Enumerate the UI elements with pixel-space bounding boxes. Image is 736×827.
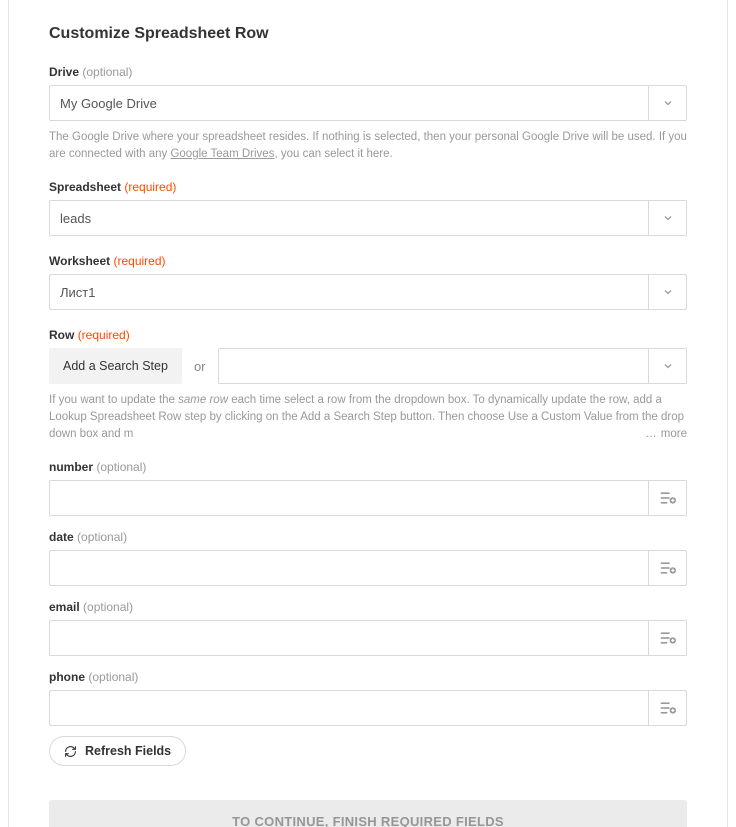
date-input[interactable] <box>49 550 687 586</box>
field-number: number (optional) <box>49 460 687 516</box>
worksheet-value: Лист1 <box>50 275 648 309</box>
spreadsheet-value: leads <box>50 201 648 235</box>
row-select[interactable] <box>218 348 688 384</box>
drive-select[interactable]: My Google Drive <box>49 85 687 121</box>
date-label: date (optional) <box>49 530 687 544</box>
customize-row-panel: Customize Spreadsheet Row Drive (optiona… <box>8 0 728 827</box>
page-title: Customize Spreadsheet Row <box>49 25 687 43</box>
team-drives-link[interactable]: Google Team Drives <box>170 148 274 160</box>
field-row: Row (required) Add a Search Step or If y… <box>49 328 687 442</box>
insert-data-button[interactable] <box>648 691 686 725</box>
drive-chevron[interactable] <box>648 86 686 120</box>
field-drive: Drive (optional) My Google Drive The Goo… <box>49 65 687 162</box>
drive-label: Drive (optional) <box>49 65 687 79</box>
continue-button: To Continue, Finish Required Fields <box>49 800 687 827</box>
worksheet-chevron[interactable] <box>648 275 686 309</box>
refresh-icon <box>64 745 77 758</box>
email-label: email (optional) <box>49 600 687 614</box>
spreadsheet-label: Spreadsheet (required) <box>49 180 687 194</box>
row-chevron[interactable] <box>648 349 686 383</box>
refresh-fields-button[interactable]: Refresh Fields <box>49 736 186 766</box>
insert-data-button[interactable] <box>648 621 686 655</box>
chevron-down-icon <box>662 97 674 109</box>
phone-input[interactable] <box>49 690 687 726</box>
row-value <box>219 349 649 383</box>
field-email: email (optional) <box>49 600 687 656</box>
insert-list-icon <box>660 701 676 715</box>
number-label: number (optional) <box>49 460 687 474</box>
or-text: or <box>194 359 206 374</box>
number-input[interactable] <box>49 480 687 516</box>
field-date: date (optional) <box>49 530 687 586</box>
more-toggle[interactable]: …more <box>641 426 687 443</box>
field-worksheet: Worksheet (required) Лист1 <box>49 254 687 310</box>
drive-value: My Google Drive <box>50 86 648 120</box>
drive-help: The Google Drive where your spreadsheet … <box>49 129 687 162</box>
insert-list-icon <box>660 561 676 575</box>
email-input[interactable] <box>49 620 687 656</box>
chevron-down-icon <box>662 360 674 372</box>
row-label: Row (required) <box>49 328 687 342</box>
insert-data-button[interactable] <box>648 481 686 515</box>
field-phone: phone (optional) <box>49 670 687 726</box>
phone-label: phone (optional) <box>49 670 687 684</box>
insert-list-icon <box>660 631 676 645</box>
insert-list-icon <box>660 491 676 505</box>
add-search-step-button[interactable]: Add a Search Step <box>49 348 182 384</box>
field-spreadsheet: Spreadsheet (required) leads <box>49 180 687 236</box>
chevron-down-icon <box>662 212 674 224</box>
worksheet-select[interactable]: Лист1 <box>49 274 687 310</box>
worksheet-label: Worksheet (required) <box>49 254 687 268</box>
spreadsheet-select[interactable]: leads <box>49 200 687 236</box>
row-help: If you want to update the same row each … <box>49 392 687 442</box>
insert-data-button[interactable] <box>648 551 686 585</box>
spreadsheet-chevron[interactable] <box>648 201 686 235</box>
chevron-down-icon <box>662 286 674 298</box>
